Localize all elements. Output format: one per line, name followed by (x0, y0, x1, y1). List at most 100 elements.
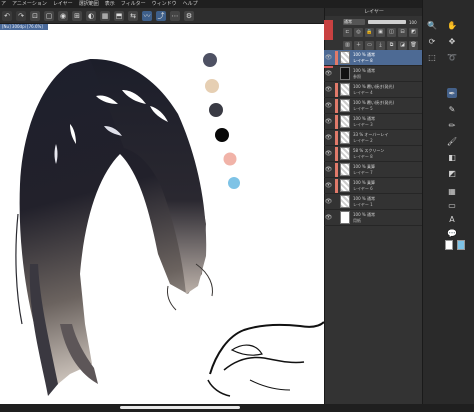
command-toolbar: ↶ ↷ ⊡ ▢ ◉ ⊞ ◐ ▦ ⬒ ⇆ 〰 ⤴ ⋯ ⚙ (0, 8, 326, 24)
grid-icon[interactable]: ▦ (100, 10, 110, 21)
new-folder-icon[interactable]: ▭ (365, 41, 374, 50)
brush-tool-icon[interactable]: 🖌 (447, 136, 457, 146)
alpha-lock-icon[interactable]: ▣ (376, 28, 385, 37)
stabilizer-icon[interactable]: 〰 (142, 10, 152, 21)
blend-mode-select[interactable]: 通常 (343, 19, 365, 25)
ruler-layer-icon[interactable]: ⊟ (398, 28, 407, 37)
snap-icon[interactable]: ⋯ (170, 10, 180, 21)
menu-item-window[interactable]: ウィンドウ (152, 0, 177, 8)
eye-icon[interactable]: 👁 (324, 194, 333, 210)
palette-color-dot[interactable] (228, 177, 240, 189)
layer-row[interactable]: 👁 100 % 乗算 レイヤー 7 (324, 162, 422, 178)
text-tool-icon[interactable]: A (447, 214, 457, 224)
palette-color-dot[interactable] (209, 103, 223, 117)
layer-row[interactable]: 👁 100 % 通常 レイヤー 8 (324, 50, 422, 66)
palette-color-dot[interactable] (223, 152, 237, 166)
opacity-slider[interactable] (368, 20, 406, 24)
layer-row[interactable]: 👁 100 % 覆い焼き(発光) レイヤー 5 (324, 98, 422, 114)
new-layer-icon[interactable]: ＋ (354, 41, 363, 50)
layer-row[interactable]: 👁 58 % スクリーン レイヤー 8 (324, 146, 422, 162)
palette-icon[interactable]: ▥ (343, 41, 352, 50)
reference-icon[interactable]: ◎ (354, 28, 363, 37)
undo-icon[interactable]: ↶ (2, 10, 12, 21)
drawing-canvas[interactable] (0, 24, 324, 404)
menu-item-view[interactable]: 表示 (105, 0, 115, 8)
balloon-tool-icon[interactable]: 💬 (447, 228, 457, 238)
mask-add-icon[interactable]: ◪ (398, 41, 407, 50)
eyedropper-tool-icon[interactable]: ✒ (447, 88, 457, 98)
mirror-icon[interactable]: ⇆ (128, 10, 138, 21)
eye-icon[interactable]: 👁 (324, 114, 333, 130)
eye-icon[interactable]: 👁 (324, 98, 333, 114)
clip-indicator (335, 67, 338, 81)
pencil-tool-icon[interactable]: ✏ (447, 120, 457, 130)
move-tool-icon[interactable]: ✥ (447, 36, 457, 46)
layer-row[interactable]: 👁 100 % 通常 レイヤー 3 (324, 114, 422, 130)
layer-thumbnail (340, 131, 350, 144)
settings-icon[interactable]: ⚙ (184, 10, 194, 21)
hand-tool-icon[interactable]: ✋ (447, 20, 457, 30)
menu-item-selection[interactable]: 選択範囲 (79, 0, 99, 8)
panel-header (326, 0, 422, 8)
fill-tool-icon[interactable]: ◩ (447, 168, 457, 178)
layer-row[interactable]: 👁 100 % 通常 参照 (324, 66, 422, 82)
delete-layer-icon[interactable]: 🗑 (409, 41, 418, 50)
palette-color-dot[interactable] (205, 79, 219, 93)
eye-icon[interactable]: 👁 (324, 178, 333, 194)
layer-thumbnail (340, 67, 350, 80)
layer-thumbnail (340, 51, 350, 64)
layer-info: 100 % 乗算 レイヤー 6 (353, 180, 375, 192)
eye-icon[interactable]: 👁 (324, 66, 333, 82)
menu-item-animation[interactable]: アニメーション (12, 0, 47, 8)
eye-icon[interactable]: 👁 (324, 50, 333, 66)
home-indicator[interactable] (120, 406, 240, 409)
eye-icon[interactable]: 👁 (324, 210, 333, 226)
vector-icon[interactable]: ⤴ (156, 10, 166, 21)
layer-info: 100 % 覆い焼き(発光) レイヤー 4 (353, 84, 394, 96)
palette-color-dot[interactable] (203, 53, 217, 67)
color-swatch[interactable] (445, 240, 453, 250)
eye-icon[interactable]: 👁 (324, 130, 333, 146)
pen-tool-icon[interactable]: ✎ (447, 104, 457, 114)
layer-row[interactable]: 👁 33 % オーバーレイ レイヤー 2 (324, 130, 422, 146)
eraser-tool-icon[interactable]: ◧ (447, 152, 457, 162)
layer-name: レイヤー 5 (353, 105, 373, 111)
gradient-tool-icon[interactable]: ▦ (447, 186, 457, 196)
lock-icon[interactable]: 🔒 (365, 28, 374, 37)
rotate-tool-icon[interactable]: ⟳ (427, 36, 437, 46)
eye-icon[interactable]: 👁 (324, 82, 333, 98)
color-icon[interactable]: ◩ (409, 28, 418, 37)
eye-icon[interactable]: 👁 (324, 162, 333, 178)
shape-tool-icon[interactable]: ▭ (447, 200, 457, 210)
document-tab[interactable]: [Nu] 300dpi [76.6%] (0, 24, 48, 30)
ruler-icon[interactable]: ⬒ (114, 10, 124, 21)
zoom-tool-icon[interactable]: 🔍 (427, 20, 437, 30)
transform-icon[interactable]: ⊞ (72, 10, 82, 21)
layer-row[interactable]: 👁 100 % 乗算 レイヤー 6 (324, 178, 422, 194)
menu-item-layer[interactable]: レイヤー (53, 0, 73, 8)
clip-indicator (335, 50, 338, 65)
copy-layer-icon[interactable]: ⧉ (387, 41, 396, 50)
menu-item-help[interactable]: ヘルプ (183, 0, 198, 8)
menu-item[interactable]: ア (1, 0, 6, 8)
deselect-icon[interactable]: ▢ (44, 10, 54, 21)
color-swatch[interactable] (457, 240, 465, 250)
layer-name: レイヤー 4 (353, 89, 373, 95)
lasso-tool-icon[interactable]: ➰ (447, 52, 457, 62)
clear-icon[interactable]: ⊡ (30, 10, 40, 21)
menu-item-filter[interactable]: フィルター (121, 0, 146, 8)
mask-icon[interactable]: ◫ (387, 28, 396, 37)
layer-panel-title: レイヤー (325, 8, 423, 16)
merge-icon[interactable]: ⤓ (376, 41, 385, 50)
redo-icon[interactable]: ↷ (16, 10, 26, 21)
layer-name: レイヤー 8 (353, 57, 373, 63)
clip-icon[interactable]: ⊏ (343, 28, 352, 37)
eye-icon[interactable]: 👁 (324, 146, 333, 162)
fill-icon[interactable]: ◉ (58, 10, 68, 21)
layer-row[interactable]: 👁 100 % 通常 レイヤー 1 (324, 194, 422, 210)
layer-row[interactable]: 👁 100 % 覆い焼き(発光) レイヤー 4 (324, 82, 422, 98)
palette-color-dot[interactable] (215, 128, 229, 142)
invert-icon[interactable]: ◐ (86, 10, 96, 21)
layer-row[interactable]: 👁 100 % 通常 用紙 (324, 210, 422, 226)
select-tool-icon[interactable]: ⬚ (427, 52, 437, 62)
